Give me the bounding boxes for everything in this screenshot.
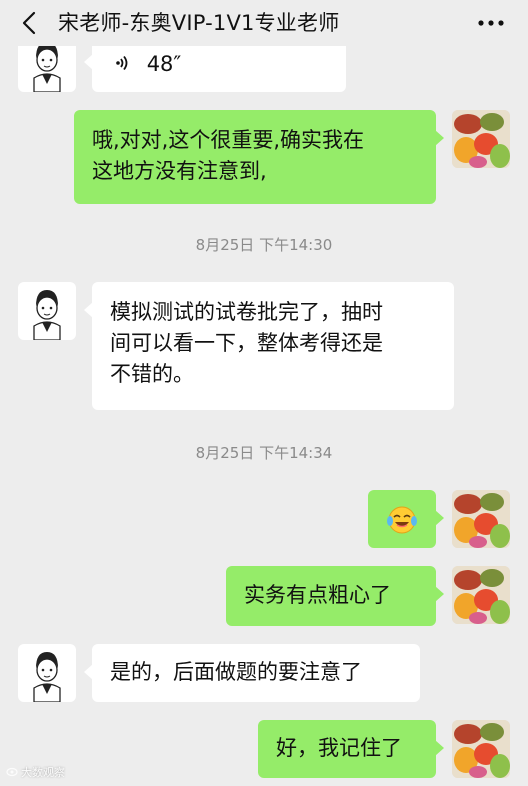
teacher-avatar[interactable] <box>18 282 76 340</box>
chat-title: 宋老师-东奥VIP-1V1专业老师 <box>58 11 340 35</box>
sent-message-bubble[interactable]: 好，我记住了 <box>258 720 444 778</box>
message-line: 间可以看一下，整体考得还是 <box>110 331 383 355</box>
sent-message-bubble[interactable]: 哦,对对,这个很重要,确实我在 这地方没有注意到, <box>74 110 444 204</box>
more-button[interactable] <box>476 12 506 34</box>
sent-emoji-bubble[interactable] <box>368 490 444 548</box>
colorful-food-avatar-icon <box>452 720 510 778</box>
sent-message-bubble[interactable]: 实务有点粗心了 <box>226 566 444 626</box>
my-avatar[interactable] <box>452 720 510 778</box>
message-line: 不错的。 <box>110 362 194 386</box>
cartoon-boy-avatar-icon <box>33 290 61 340</box>
teacher-avatar[interactable] <box>18 644 76 702</box>
sina-eye-icon <box>6 767 18 777</box>
chevron-left-icon <box>22 11 36 35</box>
timestamp: 8月25日 下午14:34 <box>195 444 333 462</box>
colorful-food-avatar-icon <box>452 490 510 548</box>
colorful-food-avatar-icon <box>452 110 510 168</box>
message-line: 好，我记住了 <box>276 736 402 760</box>
message-line: 是的，后面做题的要注意了 <box>110 660 362 684</box>
watermark: 大数观察 <box>6 764 65 780</box>
back-button[interactable] <box>16 8 42 38</box>
received-message-bubble[interactable]: 是的，后面做题的要注意了 <box>84 644 420 702</box>
voice-wave-icon <box>116 49 130 80</box>
message-line: 模拟测试的试卷批完了，抽时 <box>110 300 383 324</box>
my-avatar[interactable] <box>452 490 510 548</box>
timestamp: 8月25日 下午14:30 <box>195 236 333 254</box>
my-avatar[interactable] <box>452 566 510 624</box>
message-line: 哦,对对,这个很重要,确实我在 <box>92 128 365 152</box>
more-dots-icon <box>478 20 504 26</box>
message-line: 这地方没有注意到, <box>92 159 267 183</box>
laughing-tears-emoji-icon <box>386 504 418 545</box>
received-message-bubble[interactable]: 模拟测试的试卷批完了，抽时 间可以看一下，整体考得还是 不错的。 <box>84 282 454 410</box>
cartoon-boy-avatar-icon <box>33 652 61 702</box>
voice-duration: 48″ <box>146 51 182 76</box>
message-line: 实务有点粗心了 <box>244 583 391 607</box>
chat-header: 宋老师-东奥VIP-1V1专业老师 <box>0 0 528 46</box>
watermark-text: 大数观察 <box>21 766 65 779</box>
my-avatar[interactable] <box>452 110 510 168</box>
colorful-food-avatar-icon <box>452 566 510 624</box>
